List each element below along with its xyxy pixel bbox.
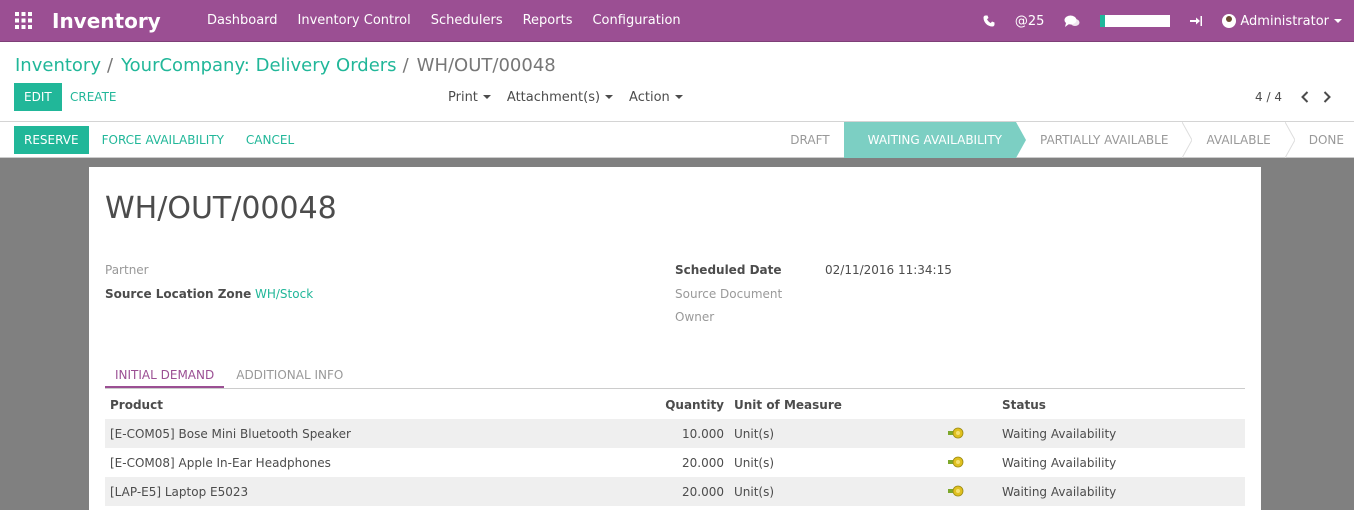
create-button[interactable]: CREATE <box>60 83 127 111</box>
menu-schedulers[interactable]: Schedulers <box>421 0 513 42</box>
row-status: Waiting Availability <box>1002 455 1117 470</box>
step-available[interactable]: AVAILABLE <box>1182 122 1295 158</box>
row-product: [E-COM08] Apple In-Ear Headphones <box>110 455 331 470</box>
source-zone-label: Source Location Zone <box>105 287 252 301</box>
menu-dashboard[interactable]: Dashboard <box>197 0 288 42</box>
caret-down-icon <box>674 95 683 99</box>
step-label: PARTIALLY AVAILABLE <box>1039 133 1169 147</box>
scheduled-date-label: Scheduled Date <box>675 263 782 277</box>
header-product[interactable]: Product <box>110 398 163 412</box>
header-quantity[interactable]: Quantity <box>665 398 724 412</box>
step-draft[interactable]: DRAFT <box>780 122 854 158</box>
row-status: Waiting Availability <box>1002 426 1117 441</box>
step-label: WAITING AVAILABILITY <box>867 133 1002 147</box>
caret-down-icon <box>605 95 614 99</box>
control-panel: Inventory / YourCompany: Delivery Orders… <box>0 42 1354 122</box>
status-bar: RESERVE FORCE AVAILABILITY CANCEL DRAFT … <box>0 122 1354 158</box>
pager: 4 / 4 <box>1255 83 1338 111</box>
row-quantity: 20.000 <box>682 484 724 499</box>
header-uom[interactable]: Unit of Measure <box>734 398 842 412</box>
row-quantity: 10.000 <box>682 426 724 441</box>
row-uom: Unit(s) <box>734 426 775 441</box>
check-availability-icon[interactable] <box>948 427 964 442</box>
user-menu[interactable]: Administrator <box>1212 0 1354 42</box>
caret-down-icon <box>1334 19 1342 23</box>
cancel-button[interactable]: CANCEL <box>236 126 304 154</box>
tab-additional-info[interactable]: ADDITIONAL INFO <box>226 363 353 388</box>
step-label: AVAILABLE <box>1206 133 1271 147</box>
table-row[interactable]: [LAP-E5] Laptop E5023 20.000 Unit(s) Wai… <box>105 477 1245 506</box>
user-name: Administrator <box>1240 13 1329 29</box>
chat-icon[interactable] <box>1054 0 1090 42</box>
print-dropdown[interactable]: Print <box>440 90 499 105</box>
step-label: DRAFT <box>790 133 830 147</box>
scheduled-date-value: 02/11/2016 11:34:15 <box>825 263 952 277</box>
edit-button[interactable]: EDIT <box>14 83 62 111</box>
main-menu: Dashboard Inventory Control Schedulers R… <box>197 0 691 42</box>
breadcrumb-delivery-orders[interactable]: YourCompany: Delivery Orders <box>121 55 397 76</box>
phone-icon[interactable] <box>973 0 1005 42</box>
attachment-label: Attachment(s) <box>506 89 601 105</box>
row-uom: Unit(s) <box>734 484 775 499</box>
check-availability-icon[interactable] <box>948 456 964 471</box>
action-label: Action <box>629 89 670 105</box>
breadcrumb-separator: / <box>106 55 114 76</box>
top-navbar: Inventory Dashboard Inventory Control Sc… <box>0 0 1354 42</box>
mentions-counter[interactable]: @25 <box>1005 0 1055 42</box>
form-tabs: INITIAL DEMAND ADDITIONAL INFO <box>105 363 1245 389</box>
row-quantity: 20.000 <box>682 455 724 470</box>
print-label: Print <box>448 89 478 105</box>
pager-previous-icon[interactable] <box>1294 86 1316 108</box>
sign-in-icon[interactable] <box>1180 0 1212 42</box>
table-header: Product Quantity Unit of Measure Status <box>105 390 1245 419</box>
progress-indicator <box>1100 15 1171 27</box>
pager-value[interactable]: 4 / 4 <box>1255 90 1282 104</box>
force-availability-button[interactable]: FORCE AVAILABILITY <box>92 126 234 154</box>
row-product: [LAP-E5] Laptop E5023 <box>110 484 249 499</box>
breadcrumb-inventory[interactable]: Inventory <box>15 55 101 76</box>
breadcrumb: Inventory / YourCompany: Delivery Orders… <box>15 55 556 76</box>
reserve-button[interactable]: RESERVE <box>14 126 89 154</box>
apps-grid-icon[interactable] <box>0 0 46 42</box>
row-uom: Unit(s) <box>734 455 775 470</box>
form-sheet: WH/OUT/00048 Partner Source Location Zon… <box>89 167 1261 510</box>
move-lines-table: Product Quantity Unit of Measure Status … <box>105 390 1245 506</box>
menu-configuration[interactable]: Configuration <box>582 0 690 42</box>
source-zone-link[interactable]: WH/Stock <box>255 287 313 301</box>
navbar-right: @25 Administrator <box>973 0 1354 42</box>
partner-label: Partner <box>105 263 149 277</box>
breadcrumb-current: WH/OUT/00048 <box>416 55 556 76</box>
tab-initial-demand[interactable]: INITIAL DEMAND <box>105 363 225 388</box>
menu-inventory-control[interactable]: Inventory Control <box>288 0 421 42</box>
document-title: WH/OUT/00048 <box>105 191 337 226</box>
step-waiting-availability[interactable]: WAITING AVAILABILITY <box>843 122 1026 158</box>
row-product: [E-COM05] Bose Mini Bluetooth Speaker <box>110 426 351 441</box>
table-row[interactable]: [E-COM08] Apple In-Ear Headphones 20.000… <box>105 448 1245 477</box>
step-done[interactable]: DONE <box>1285 122 1354 158</box>
owner-label: Owner <box>675 310 715 324</box>
menu-reports[interactable]: Reports <box>513 0 583 42</box>
status-actions: RESERVE FORCE AVAILABILITY CANCEL <box>14 126 304 154</box>
table-row[interactable]: [E-COM05] Bose Mini Bluetooth Speaker 10… <box>105 419 1245 448</box>
header-status[interactable]: Status <box>1002 398 1046 412</box>
breadcrumb-separator: / <box>402 55 409 76</box>
status-steps: DRAFT WAITING AVAILABILITY PARTIALLY AVA… <box>780 122 1354 158</box>
sidebar-dropdowns: Print Attachment(s) Action <box>440 83 691 111</box>
action-dropdown[interactable]: Action <box>621 90 691 105</box>
step-partially-available[interactable]: PARTIALLY AVAILABLE <box>1016 122 1193 158</box>
caret-down-icon <box>482 95 491 99</box>
step-label: DONE <box>1308 133 1344 147</box>
check-availability-icon[interactable] <box>948 485 964 500</box>
source-document-label: Source Document <box>675 287 783 301</box>
pager-next-icon[interactable] <box>1316 86 1338 108</box>
app-brand[interactable]: Inventory <box>52 9 197 33</box>
row-status: Waiting Availability <box>1002 484 1117 499</box>
avatar <box>1222 14 1237 28</box>
attachment-dropdown[interactable]: Attachment(s) <box>499 90 621 105</box>
